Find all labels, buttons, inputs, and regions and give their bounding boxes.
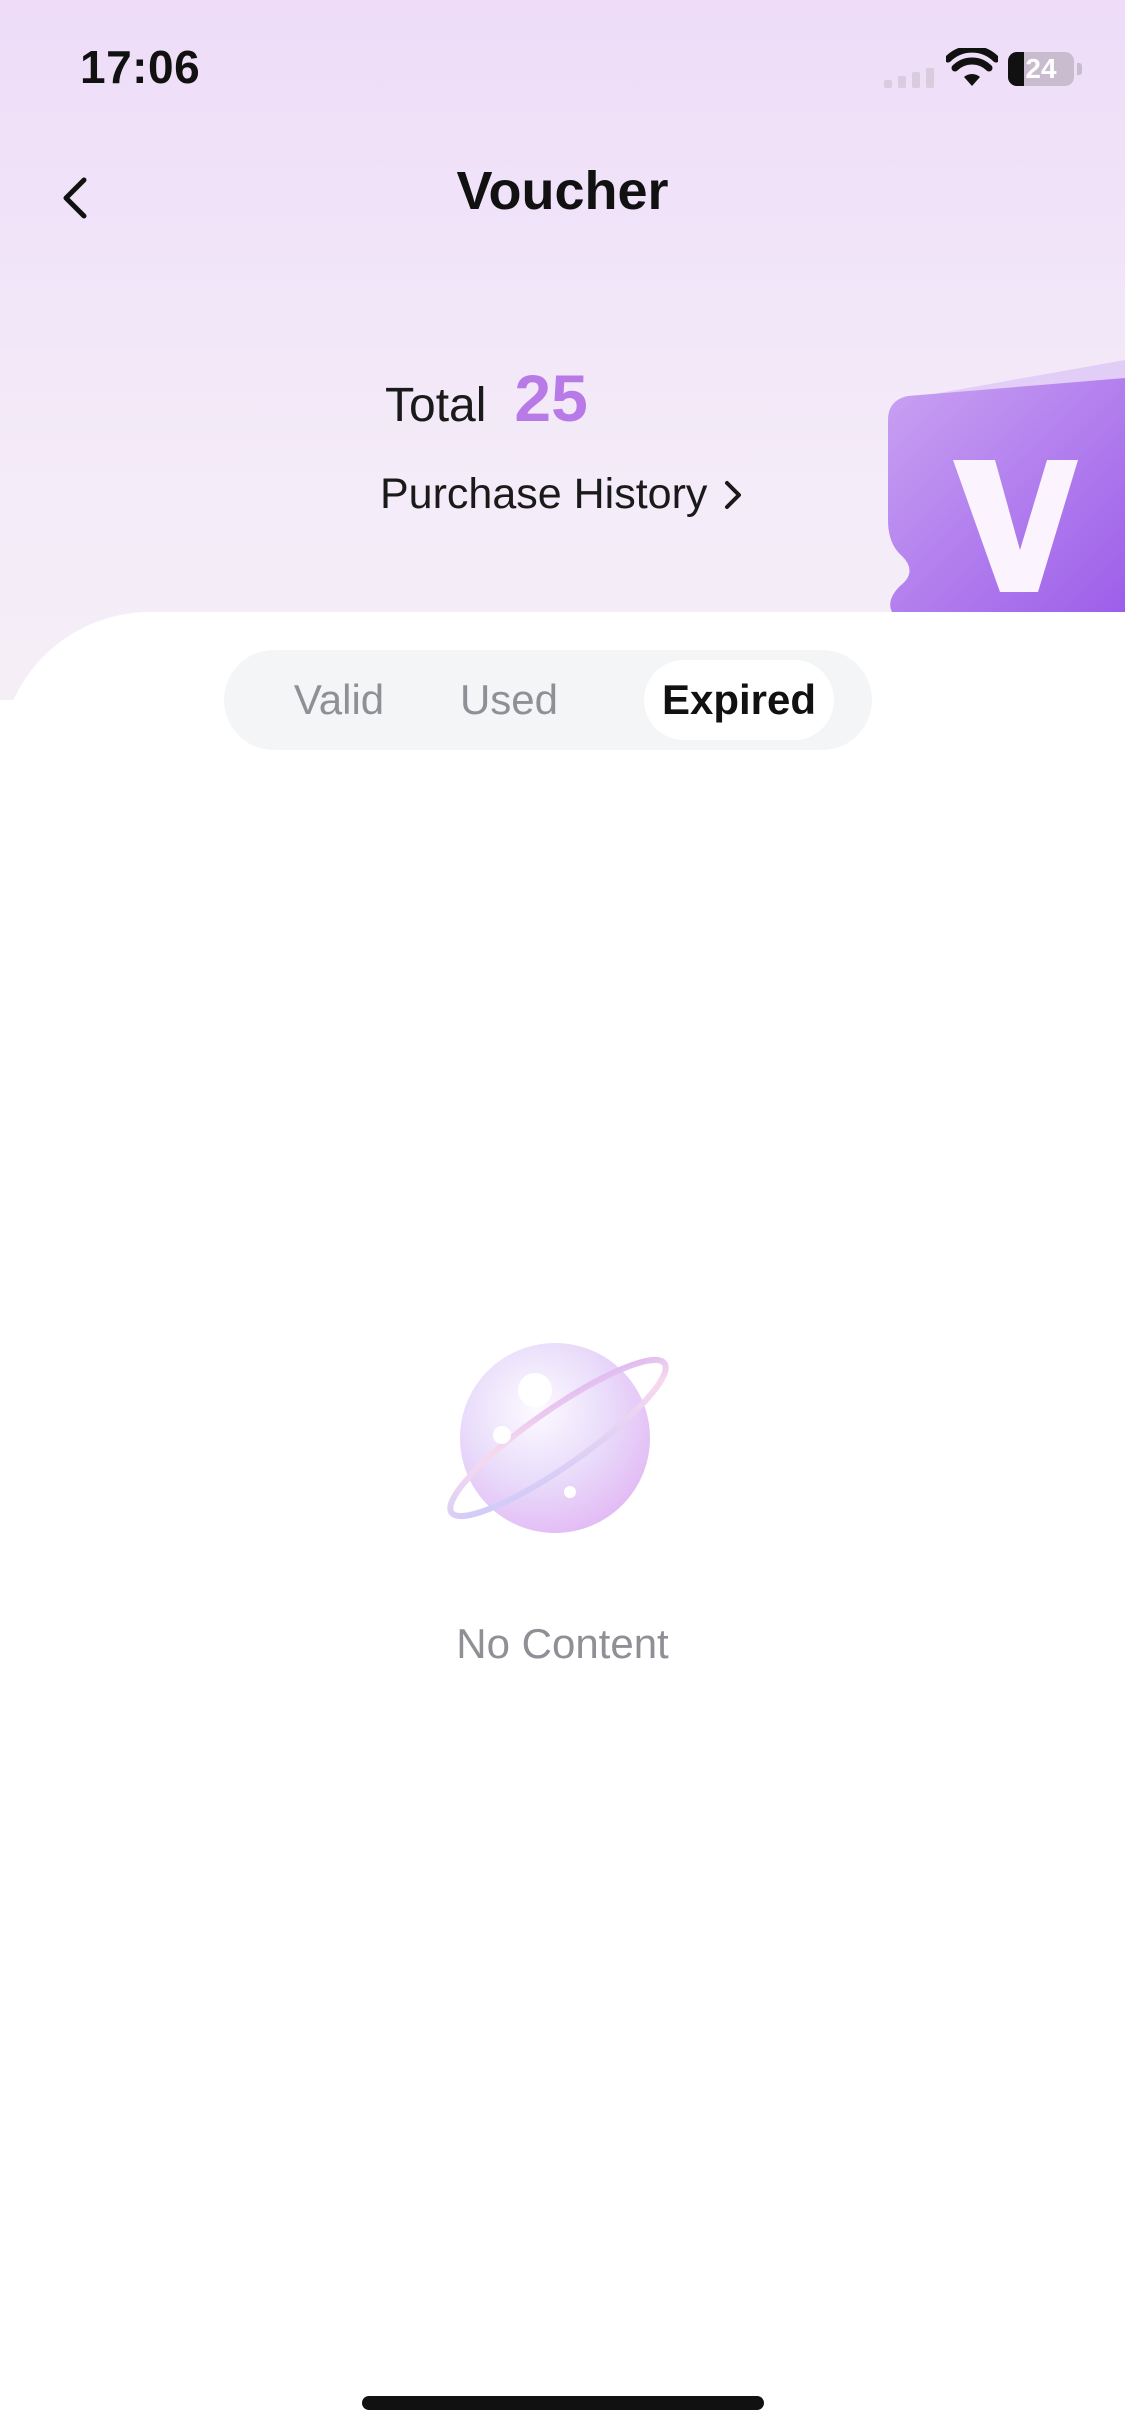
planet-icon <box>447 1343 669 1533</box>
total-value: 25 <box>514 361 588 435</box>
tab-valid[interactable]: Valid <box>264 660 414 740</box>
voucher-status-tabs: Valid Used Expired <box>224 650 872 750</box>
battery-level: 24 <box>1025 53 1057 84</box>
page-title: Voucher <box>456 161 669 221</box>
chevron-right-icon <box>725 480 742 509</box>
wifi-icon <box>946 48 998 86</box>
total-label: Total <box>385 379 487 432</box>
status-time: 17:06 <box>80 41 201 93</box>
battery-indicator: 24 <box>1008 52 1082 86</box>
home-indicator <box>362 2396 764 2410</box>
purchase-history-label: Purchase History <box>380 470 708 518</box>
total-summary: Total 25 <box>385 360 588 440</box>
tab-used[interactable]: Used <box>434 660 584 740</box>
purchase-history-link[interactable]: Purchase History <box>380 470 745 519</box>
cellular-signal-icon <box>884 68 934 88</box>
tab-expired[interactable]: Expired <box>644 660 834 740</box>
voucher-ticket-icon <box>888 360 1125 612</box>
empty-state-text: No Content <box>456 1620 669 1667</box>
